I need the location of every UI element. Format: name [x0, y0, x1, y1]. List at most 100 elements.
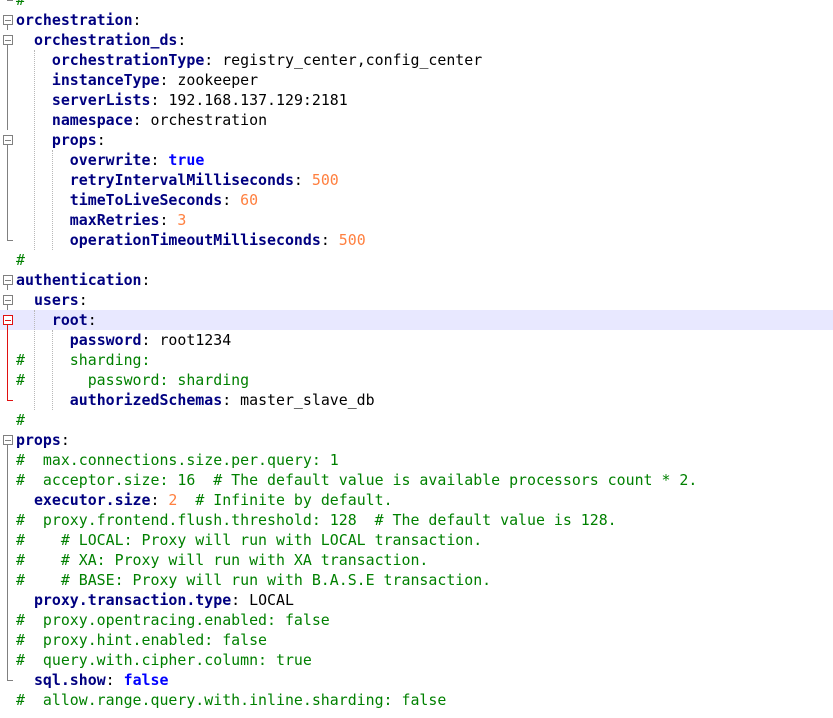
yaml-comment: # — [16, 251, 25, 269]
code-line[interactable]: props: — [0, 130, 833, 150]
code-text: overwrite: true — [69, 151, 205, 169]
yaml-value: orchestration — [150, 111, 268, 129]
fold-line — [7, 350, 8, 370]
fold-gutter — [0, 310, 16, 330]
code-line[interactable]: props: — [0, 430, 833, 450]
yaml-value: master_slave_db — [240, 391, 375, 409]
fold-gutter — [0, 330, 16, 350]
fold-gutter — [0, 490, 16, 510]
code-line[interactable]: namespace: orchestration — [0, 110, 833, 130]
fold-gutter — [0, 670, 16, 690]
fold-toggle-icon[interactable] — [3, 15, 13, 25]
fold-line — [7, 330, 8, 350]
fold-gutter — [0, 70, 16, 90]
fold-line — [7, 110, 8, 130]
fold-gutter — [0, 210, 16, 230]
yaml-value: false — [123, 671, 169, 689]
code-text: executor.size: 2 # Infinite by default. — [33, 491, 393, 509]
code-line[interactable]: orchestration: — [0, 10, 833, 30]
yaml-key: timeToLiveSeconds — [69, 191, 223, 209]
fold-toggle-icon[interactable] — [3, 295, 13, 305]
yaml-value: zookeeper — [177, 71, 259, 89]
code-line[interactable]: # # LOCAL: Proxy will run with LOCAL tra… — [0, 530, 833, 550]
code-line[interactable]: authentication: — [0, 270, 833, 290]
fold-line — [7, 210, 8, 230]
code-line[interactable]: # max.connections.size.per.query: 1 — [0, 450, 833, 470]
fold-gutter — [0, 370, 16, 390]
yaml-value: 60 — [240, 191, 259, 209]
code-text: maxRetries: 3 — [69, 211, 187, 229]
fold-toggle-icon[interactable] — [3, 315, 13, 325]
code-line[interactable]: # — [0, 0, 833, 10]
fold-toggle-icon[interactable] — [3, 135, 13, 145]
fold-line — [7, 170, 8, 190]
current-line[interactable]: root: — [0, 310, 833, 330]
code-line[interactable]: password: root1234 — [0, 330, 833, 350]
yaml-comment: # proxy.opentracing.enabled: false — [16, 611, 330, 629]
code-line[interactable]: # acceptor.size: 16 # The default value … — [0, 470, 833, 490]
code-text: orchestrationType: registry_center,confi… — [51, 51, 483, 69]
yaml-key: users — [33, 291, 79, 309]
fold-toggle-icon[interactable] — [3, 275, 13, 285]
fold-gutter — [0, 90, 16, 110]
code-line[interactable]: overwrite: true — [0, 150, 833, 170]
yaml-comment: # sharding: — [16, 351, 151, 369]
code-line[interactable]: # allow.range.query.with.inline.sharding… — [0, 690, 833, 710]
code-line[interactable]: users: — [0, 290, 833, 310]
code-line[interactable]: sql.show: false — [0, 670, 833, 690]
yaml-code-editor[interactable]: # orchestration: orchestration_ds: orches… — [0, 0, 833, 718]
code-line[interactable]: # — [0, 410, 833, 430]
code-text: password: root1234 — [69, 331, 232, 349]
code-line[interactable]: proxy.transaction.type: LOCAL — [0, 590, 833, 610]
code-line[interactable]: instanceType: zookeeper — [0, 70, 833, 90]
yaml-value: registry_center,config_center — [222, 51, 483, 69]
code-line[interactable]: orchestration_ds: — [0, 30, 833, 50]
yaml-value: true — [168, 151, 205, 169]
code-line[interactable]: authorizedSchemas: master_slave_db — [0, 390, 833, 410]
code-line[interactable]: orchestrationType: registry_center,confi… — [0, 50, 833, 70]
code-line[interactable]: # proxy.hint.enabled: false — [0, 630, 833, 650]
code-line[interactable]: serverLists: 192.168.137.129:2181 — [0, 90, 833, 110]
code-line[interactable]: # query.with.cipher.column: true — [0, 650, 833, 670]
code-text: users: — [33, 291, 88, 309]
code-text: props: — [51, 131, 106, 149]
code-line[interactable]: # # BASE: Proxy will run with B.A.S.E tr… — [0, 570, 833, 590]
fold-toggle-icon[interactable] — [3, 35, 13, 45]
code-line[interactable]: # password: sharding — [0, 370, 833, 390]
code-text: authentication: — [16, 271, 151, 289]
yaml-comment: # — [16, 411, 25, 429]
code-text: # acceptor.size: 16 # The default value … — [16, 470, 697, 490]
code-line[interactable]: # proxy.opentracing.enabled: false — [0, 610, 833, 630]
fold-gutter — [0, 350, 16, 370]
code-text: serverLists: 192.168.137.129:2181 — [51, 91, 348, 109]
code-text: orchestration_ds: — [33, 31, 187, 49]
indent-guide — [51, 330, 53, 410]
code-text: instanceType: zookeeper — [51, 71, 259, 89]
code-text: # # XA: Proxy will run with XA transacti… — [16, 550, 428, 570]
yaml-comment: # allow.range.query.with.inline.sharding… — [16, 691, 447, 709]
fold-toggle-icon[interactable] — [3, 435, 13, 445]
yaml-key: props — [51, 131, 97, 149]
code-line[interactable]: # sharding: — [0, 350, 833, 370]
fold-end-mark — [7, 240, 13, 241]
code-line[interactable]: maxRetries: 3 — [0, 210, 833, 230]
indent-guide — [51, 150, 53, 250]
code-line[interactable]: # proxy.frontend.flush.threshold: 128 # … — [0, 510, 833, 530]
fold-gutter — [0, 290, 16, 310]
yaml-key: executor.size — [33, 491, 151, 509]
code-line[interactable]: # — [0, 250, 833, 270]
code-text: # query.with.cipher.column: true — [16, 650, 312, 670]
yaml-key: proxy.transaction.type — [33, 591, 232, 609]
fold-line — [7, 50, 8, 70]
code-line[interactable]: operationTimeoutMilliseconds: 500 — [0, 230, 833, 250]
code-line[interactable]: executor.size: 2 # Infinite by default. — [0, 490, 833, 510]
yaml-value: LOCAL — [249, 591, 294, 609]
fold-end-mark — [7, 400, 13, 401]
code-line[interactable]: retryIntervalMilliseconds: 500 — [0, 170, 833, 190]
code-line[interactable]: # # XA: Proxy will run with XA transacti… — [0, 550, 833, 570]
fold-line — [7, 530, 8, 550]
fold-gutter — [0, 390, 16, 410]
fold-gutter — [0, 190, 16, 210]
fold-gutter — [0, 50, 16, 70]
code-line[interactable]: timeToLiveSeconds: 60 — [0, 190, 833, 210]
